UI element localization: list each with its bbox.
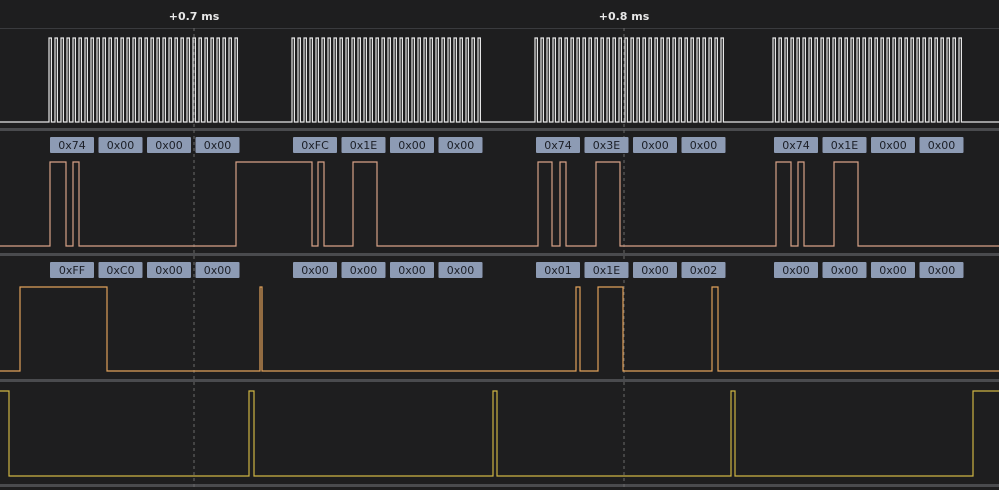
- miso-waveform: [0, 286, 999, 372]
- miso-byte-text: 0x00: [155, 264, 183, 277]
- enable-waveform: [0, 390, 999, 477]
- mosi-byte-text: 0x74: [544, 139, 572, 152]
- clock-waveform: [0, 37, 999, 123]
- mosi-byte-text: 0x00: [155, 139, 183, 152]
- mosi-byte-label[interactable]: 0x00: [438, 137, 483, 153]
- miso-byte-text: 0x00: [928, 264, 956, 277]
- mosi-byte-label[interactable]: 0x00: [98, 137, 143, 153]
- mosi-byte-label[interactable]: 0x00: [681, 137, 726, 153]
- mosi-byte-text: 0x00: [447, 139, 475, 152]
- miso-byte-text: 0xFF: [59, 264, 85, 277]
- waveform-view[interactable]: 0x74 0x00 0x00 0x00 0xFC 0x1E 0x00 0x00 0x74 0x3E…: [0, 0, 999, 490]
- mosi-byte-label[interactable]: 0xFC: [293, 137, 337, 153]
- mosi-byte-text: 0x00: [204, 139, 232, 152]
- miso-byte-text: 0x00: [782, 264, 810, 277]
- mosi-byte-text: 0x1E: [831, 139, 859, 152]
- mosi-byte-text: 0x74: [58, 139, 86, 152]
- miso-byte-label[interactable]: 0x00: [147, 262, 191, 278]
- miso-byte-label[interactable]: 0x01: [536, 262, 580, 278]
- mosi-byte-text: 0x00: [398, 139, 426, 152]
- mosi-byte-text: 0x00: [107, 139, 135, 152]
- miso-byte-label[interactable]: 0xFF: [50, 262, 94, 278]
- miso-byte-text: 0xC0: [106, 264, 134, 277]
- miso-byte-label[interactable]: 0x00: [438, 262, 483, 278]
- miso-byte-label[interactable]: 0xC0: [98, 262, 143, 278]
- miso-byte-text: 0x00: [831, 264, 859, 277]
- miso-byte-text: 0x01: [544, 264, 572, 277]
- mosi-byte-label[interactable]: 0x00: [390, 137, 434, 153]
- mosi-byte-label[interactable]: 0x1E: [822, 137, 867, 153]
- miso-byte-text: 0x00: [398, 264, 426, 277]
- mosi-byte-text: 0x00: [690, 139, 718, 152]
- mosi-byte-label[interactable]: 0x00: [919, 137, 964, 153]
- miso-byte-label[interactable]: 0x00: [919, 262, 964, 278]
- miso-byte-text: 0x00: [350, 264, 378, 277]
- mosi-byte-text: 0xFC: [301, 139, 329, 152]
- miso-byte-label[interactable]: 0x00: [774, 262, 818, 278]
- miso-byte-text: 0x00: [204, 264, 232, 277]
- miso-byte-label[interactable]: 0x1E: [584, 262, 629, 278]
- mosi-byte-label[interactable]: 0x00: [195, 137, 240, 153]
- mosi-byte-label[interactable]: 0x74: [50, 137, 94, 153]
- miso-byte-label[interactable]: 0x00: [390, 262, 434, 278]
- mosi-byte-text: 0x00: [879, 139, 907, 152]
- miso-byte-text: 0x00: [301, 264, 329, 277]
- miso-byte-text: 0x00: [879, 264, 907, 277]
- mosi-byte-label[interactable]: 0x74: [536, 137, 580, 153]
- miso-byte-label[interactable]: 0x02: [681, 262, 726, 278]
- mosi-byte-text: 0x1E: [350, 139, 378, 152]
- miso-byte-label[interactable]: 0x00: [293, 262, 337, 278]
- miso-byte-text: 0x02: [690, 264, 718, 277]
- channel-separator: [0, 28, 999, 29]
- miso-byte-text: 0x1E: [593, 264, 621, 277]
- channel-separator: [0, 128, 999, 131]
- mosi-byte-label[interactable]: 0x00: [871, 137, 915, 153]
- channel-separator: [0, 379, 999, 382]
- mosi-byte-label[interactable]: 0x3E: [584, 137, 629, 153]
- channel-separator: [0, 253, 999, 256]
- mosi-byte-text: 0x00: [928, 139, 956, 152]
- mosi-byte-label[interactable]: 0x74: [774, 137, 818, 153]
- miso-byte-label[interactable]: 0x00: [822, 262, 867, 278]
- miso-byte-text: 0x00: [447, 264, 475, 277]
- channel-separator: [0, 484, 999, 487]
- miso-byte-text: 0x00: [641, 264, 669, 277]
- miso-byte-label[interactable]: 0x00: [633, 262, 677, 278]
- mosi-byte-text: 0x3E: [593, 139, 621, 152]
- mosi-byte-text: 0x00: [641, 139, 669, 152]
- miso-byte-label[interactable]: 0x00: [341, 262, 386, 278]
- mosi-byte-label[interactable]: 0x1E: [341, 137, 386, 153]
- miso-byte-label[interactable]: 0x00: [195, 262, 240, 278]
- mosi-byte-label[interactable]: 0x00: [147, 137, 191, 153]
- miso-byte-label[interactable]: 0x00: [871, 262, 915, 278]
- mosi-byte-text: 0x74: [782, 139, 810, 152]
- mosi-byte-label[interactable]: 0x00: [633, 137, 677, 153]
- mosi-waveform: [0, 161, 999, 247]
